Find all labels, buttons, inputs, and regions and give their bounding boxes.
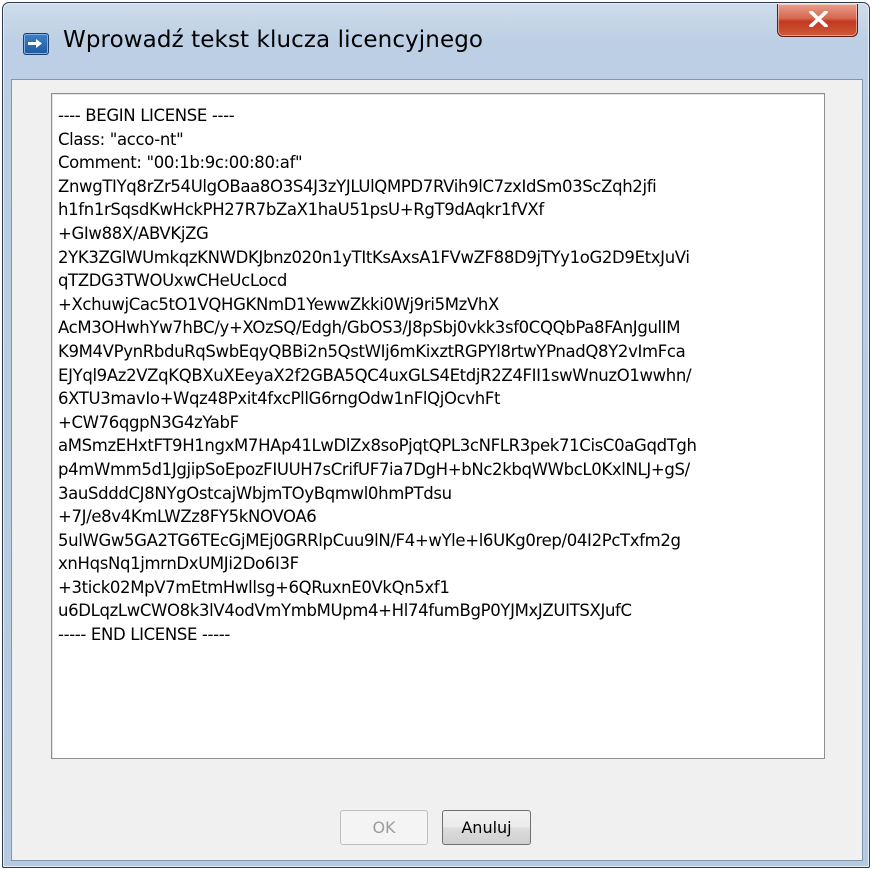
cancel-button[interactable]: Anuluj [442, 810, 531, 845]
dialog-title: Wprowadź tekst klucza licencyjnego [63, 27, 484, 53]
license-line: aMSmzEHxtFT9H1ngxM7HAp41LwDlZx8soPjqtQPL… [58, 436, 697, 456]
license-line: Comment: "00:1b:9c:00:80:af" [58, 153, 303, 173]
license-text-area[interactable]: ---- BEGIN LICENSE ---- Class: "acco-nt" C… [51, 93, 825, 759]
license-line: 3auSdddCJ8NYgOstcajWbjmTOyBqmwl0hmPTdsu [58, 483, 452, 503]
close-x-icon [809, 11, 828, 27]
license-line: +XchuwjCac5tO1VQHGKNmD1YewwZkki0Wj9ri5Mz… [58, 294, 499, 314]
license-line: ZnwgTIYq8rZr54UlgOBaa8O3S4J3zYJLUlQMPD7R… [58, 176, 657, 196]
license-line: ----- END LICENSE ----- [58, 625, 230, 645]
license-line: 2YK3ZGlWUmkqzKNWDKJbnz020n1yTItKsAxsA1FV… [58, 247, 690, 267]
license-line: +CW76qgpN3G4zYabF [58, 412, 239, 432]
license-line: 5ulWGw5GA2TG6TEcGjMEj0GRRlpCuu9lN/F4+wYl… [58, 530, 681, 550]
license-line: EJYql9Az2VZqKQBXuXEeyaX2f2GBA5QC4uxGLS4E… [58, 365, 692, 385]
close-button[interactable] [777, 4, 858, 37]
license-line: ---- BEGIN LICENSE ---- [58, 106, 235, 125]
title-bar[interactable]: Wprowadź tekst klucza licencyjnego [3, 3, 869, 79]
license-line: +GIw88X/ABVKjZG [58, 223, 209, 243]
license-text-lines: ---- BEGIN LICENSE ---- Class: "acco-nt" C… [58, 104, 697, 647]
license-line: +7J/e8v4KmLWZz8FY5kNOVOA6 [58, 507, 317, 527]
license-line: qTZDG3TWOUxwCHeUcLocd [58, 271, 287, 291]
license-line: h1fn1rSqsdKwHckPH27R7bZaX1haU51psU+RgT9d… [58, 200, 544, 220]
license-line: +3tick02MpV7mEtmHwllsg+6QRuxnE0VkQn5xf1 [58, 577, 450, 597]
license-line: xnHqsNq1jmrnDxUMJi2Do6I3F [58, 554, 299, 574]
license-line: AcM3OHwhYw7hBC/y+XOzSQ/Edgh/GbOS3/J8pSbj… [58, 318, 681, 338]
license-key-dialog: Wprowadź tekst klucza licencyjnego ---- … [2, 2, 870, 868]
ok-button[interactable]: OK [340, 810, 428, 845]
license-line: Class: "acco-nt" [58, 129, 184, 149]
dialog-app-icon [23, 33, 49, 55]
license-line: u6DLqzLwCWO8k3lV4odVmYmbMUpm4+Hl74fumBgP… [58, 601, 632, 621]
license-line: p4mWmm5d1JgjipSoEpozFIUUH7sCrifUF7ia7DgH… [58, 459, 690, 479]
dialog-client-area: ---- BEGIN LICENSE ---- Class: "acco-nt" C… [11, 79, 863, 861]
license-line: 6XTU3mavIo+Wqz48Pxit4fxcPllG6rngOdw1nFlQ… [58, 389, 501, 409]
license-line: K9M4VPynRbduRqSwbEqyQBBi2n5QstWIj6mKixzt… [58, 341, 686, 361]
